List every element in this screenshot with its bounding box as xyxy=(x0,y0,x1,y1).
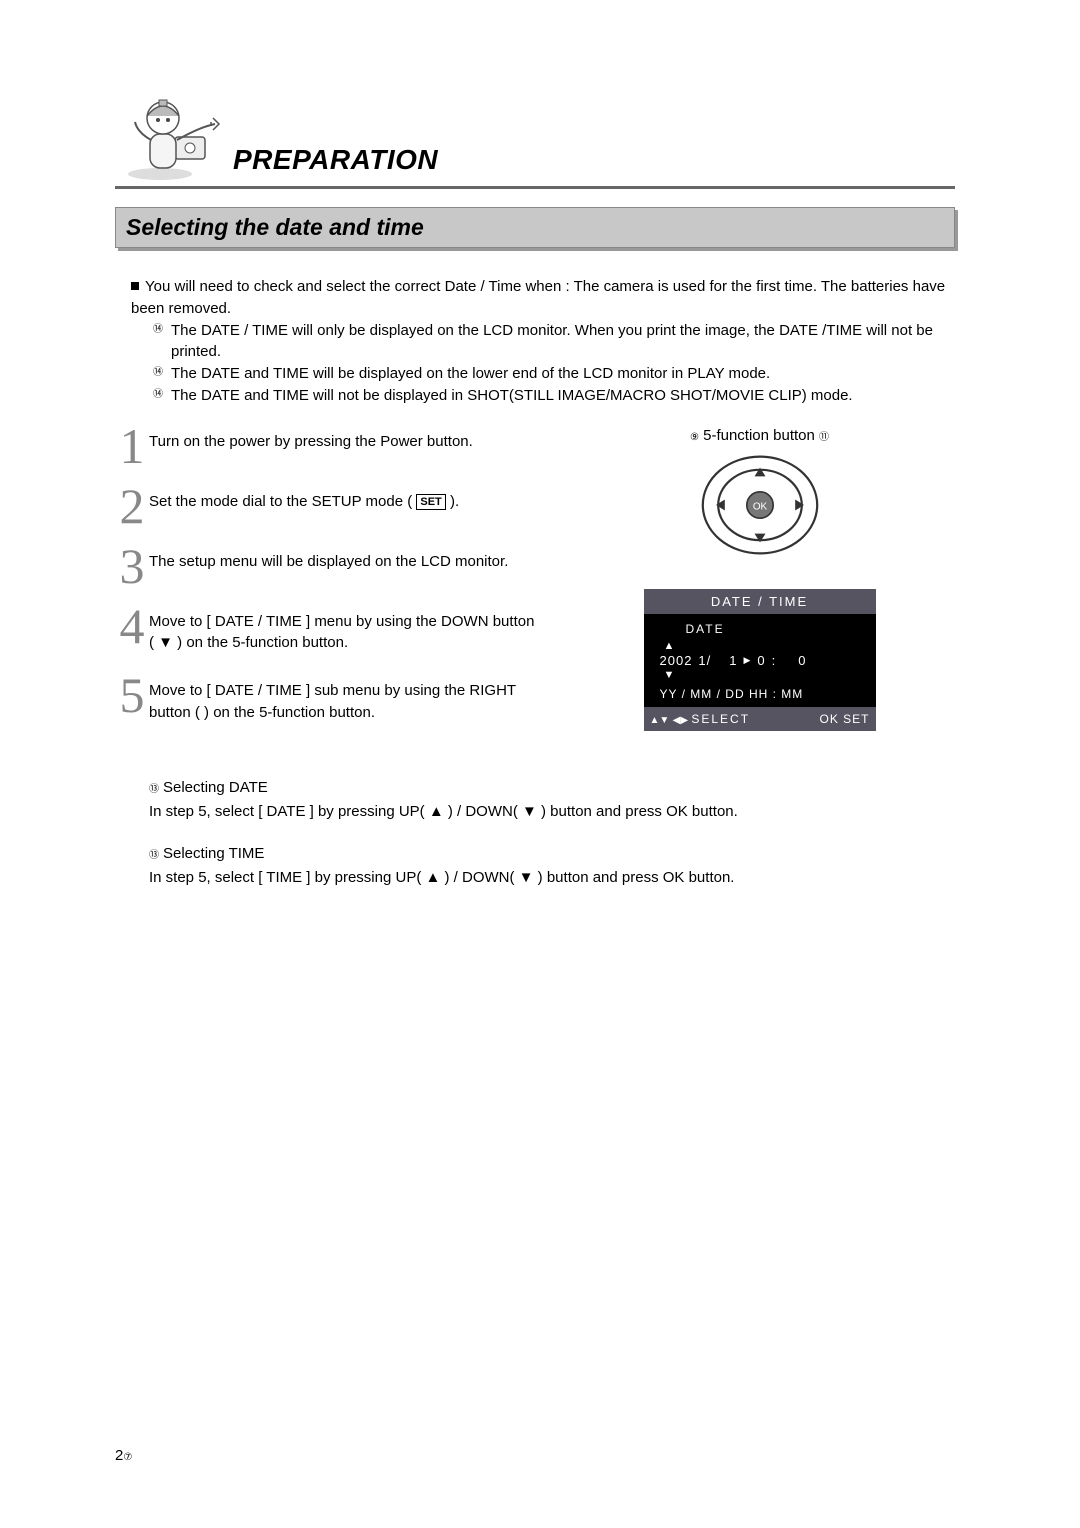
lcd-select-label: SELECT xyxy=(691,712,750,726)
dpad-illustration: OK xyxy=(564,450,955,565)
step-number: 5 xyxy=(115,676,149,724)
triangle-right-icon: ▶ xyxy=(744,655,752,666)
leftright-icon: ◀▶ xyxy=(673,715,688,726)
step-text: Move to [ DATE / TIME ] menu by using th… xyxy=(149,607,540,655)
lcd-values-row: 2002 1/ 1 ▶ 0 : 0 xyxy=(660,653,864,668)
note-heading: Selecting TIME xyxy=(163,845,264,862)
intro-bullet: The DATE and TIME will not be displayed … xyxy=(171,385,955,407)
intro-bullet: The DATE and TIME will be displayed on t… xyxy=(171,363,955,385)
intro-lead: You will need to check and select the co… xyxy=(131,278,945,317)
lcd-format-row: YY / MM / DD HH : MM xyxy=(660,687,864,701)
step-text: The setup menu will be displayed on the … xyxy=(149,547,508,585)
note-selecting-time: ⑬ Selecting TIME In step 5, select [ TIME… xyxy=(149,842,955,890)
step-1: 1 Turn on the power by pressing the Powe… xyxy=(115,427,540,465)
section-heading-box: Selecting the date and time xyxy=(115,207,955,248)
note-selecting-date: ⑬ Selecting DATE In step 5, select [ DATE… xyxy=(149,776,955,824)
lcd-min: 0 xyxy=(798,653,806,668)
lcd-month: 1/ xyxy=(698,653,711,668)
step-2: 2 Set the mode dial to the SETUP mode ( … xyxy=(115,487,540,525)
section-title: Selecting the date and time xyxy=(126,214,944,241)
square-bullet-icon xyxy=(131,282,139,290)
note-marker-icon: ⑬ xyxy=(149,784,159,795)
note-marker-icon: ⑬ xyxy=(149,850,159,861)
note-heading: Selecting DATE xyxy=(163,779,268,796)
step-number: 4 xyxy=(115,607,149,655)
lcd-hour: 0 xyxy=(757,653,765,668)
chapter-title: PREPARATION xyxy=(233,144,438,176)
ref-number-right: ⑪ xyxy=(819,432,829,443)
intro-bullet: The DATE / TIME will only be displayed o… xyxy=(171,320,955,364)
step-number: 2 xyxy=(115,487,149,525)
lcd-year: 2002 xyxy=(660,653,693,668)
mascot-illustration xyxy=(115,82,225,182)
step-text: Turn on the power by pressing the Power … xyxy=(149,427,473,465)
lcd-screen: DATE / TIME DATE ▲ 2002 1/ 1 ▶ 0 : 0 xyxy=(644,589,876,731)
lcd-day: 1 xyxy=(729,653,737,668)
ref-number-left: ⑨ xyxy=(690,432,699,443)
note-body: In step 5, select [ DATE ] by pressing U… xyxy=(149,800,955,824)
step-3: 3 The setup menu will be displayed on th… xyxy=(115,547,540,585)
step-text: Move to [ DATE / TIME ] sub menu by usin… xyxy=(149,676,540,724)
note-body: In step 5, select [ TIME ] by pressing U… xyxy=(149,866,955,890)
five-function-label: ⑨ 5-function button ⑪ xyxy=(564,427,955,444)
set-mode-icon: SET xyxy=(416,494,445,510)
circle-bullet-icon: ⑭ xyxy=(153,385,171,407)
lcd-down-arrow: ▼ xyxy=(664,669,864,681)
step-number: 3 xyxy=(115,547,149,585)
page-number: 2⑦ xyxy=(115,1447,132,1464)
lcd-date-label: DATE xyxy=(686,622,864,636)
updown-icon: ▲▼ xyxy=(650,715,670,726)
step-4: 4 Move to [ DATE / TIME ] menu by using … xyxy=(115,607,540,655)
circle-bullet-icon: ⑭ xyxy=(153,320,171,364)
step-text: Set the mode dial to the SETUP mode ( SE… xyxy=(149,487,459,525)
lcd-title: DATE / TIME xyxy=(644,589,876,614)
step-number: 1 xyxy=(115,427,149,465)
svg-text:OK: OK xyxy=(752,501,767,512)
step-5: 5 Move to [ DATE / TIME ] sub menu by us… xyxy=(115,676,540,724)
lcd-up-arrow: ▲ xyxy=(664,640,864,652)
lcd-okset-label: OK SET xyxy=(819,712,869,726)
circle-bullet-icon: ⑭ xyxy=(153,363,171,385)
intro-block: You will need to check and select the co… xyxy=(131,276,955,407)
lcd-footer: ▲▼ ◀▶ SELECT OK SET xyxy=(644,707,876,731)
